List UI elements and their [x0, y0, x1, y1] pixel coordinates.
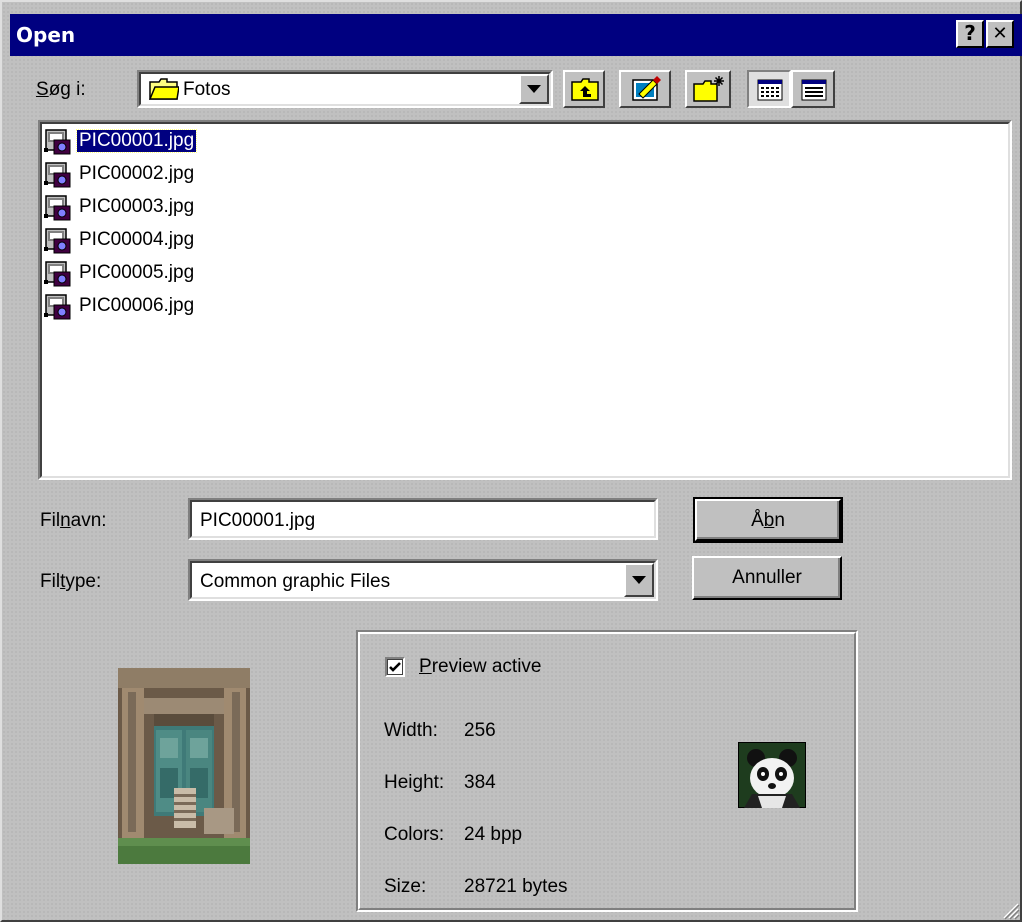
- close-button[interactable]: ✕: [986, 20, 1014, 48]
- preview-active-checkbox[interactable]: [385, 657, 405, 677]
- help-button[interactable]: ?: [956, 20, 984, 48]
- file-name: PIC00002.jpg: [79, 163, 195, 184]
- image-file-icon: [44, 293, 72, 321]
- resize-grip-icon[interactable]: [1000, 900, 1020, 920]
- filename-label: Filnavn:: [40, 510, 107, 531]
- filename-input[interactable]: PIC00001.jpg: [188, 498, 658, 540]
- image-file-icon: [44, 260, 72, 288]
- filename-value: PIC00001.jpg: [200, 510, 316, 531]
- width-label: Width:: [384, 720, 438, 741]
- new-folder-button[interactable]: [685, 70, 731, 108]
- list-view-icon: [757, 79, 783, 101]
- checkmark-icon: [389, 662, 401, 672]
- look-in-label: Søg i:: [36, 79, 86, 100]
- list-view-button[interactable]: [747, 70, 791, 108]
- file-name: PIC00005.jpg: [79, 262, 195, 283]
- up-folder-icon: [571, 78, 599, 101]
- title-bar[interactable]: Open ? ✕: [10, 14, 1022, 56]
- filetype-value: Common graphic Files: [200, 571, 391, 592]
- new-folder-icon: [693, 76, 724, 102]
- file-name: PIC00004.jpg: [79, 229, 195, 250]
- width-value: 256: [464, 720, 496, 741]
- dialog-title: Open: [16, 23, 76, 47]
- details-view-button[interactable]: [791, 70, 835, 108]
- height-label: Height:: [384, 772, 445, 793]
- size-value: 28721 bytes: [464, 876, 568, 897]
- file-list[interactable]: PIC00001.jpg PIC00002.jpg PIC00003.jpg PIC0…: [38, 120, 1012, 480]
- desktop-icon: [632, 76, 661, 101]
- desktop-button[interactable]: [619, 70, 671, 108]
- open-button[interactable]: Åbn: [693, 497, 843, 543]
- look-in-value: Fotos: [183, 79, 231, 100]
- look-in-dropdown-arrow[interactable]: [519, 74, 549, 104]
- look-in-dropdown[interactable]: Fotos: [137, 70, 553, 108]
- size-label: Size:: [384, 876, 427, 897]
- filetype-dropdown-arrow[interactable]: [624, 563, 654, 597]
- file-name: PIC00001.jpg: [75, 129, 198, 153]
- height-value: 384: [464, 772, 496, 793]
- folder-icon: [149, 78, 179, 100]
- image-file-icon: [44, 128, 72, 156]
- details-view-icon: [801, 79, 827, 101]
- file-name: PIC00003.jpg: [79, 196, 195, 217]
- file-name: PIC00006.jpg: [79, 295, 195, 316]
- image-file-icon: [44, 194, 72, 222]
- cancel-button[interactable]: Annuller: [692, 556, 842, 600]
- panda-icon: [738, 742, 806, 808]
- preview-active-label[interactable]: Preview active: [419, 656, 542, 678]
- colors-label: Colors:: [384, 824, 445, 845]
- open-dialog: Open ? ✕ Søg i: Fotos PIC00001.jpg PIC00…: [0, 0, 1022, 922]
- image-thumbnail: [118, 668, 250, 864]
- up-one-level-button[interactable]: [563, 70, 605, 108]
- filetype-dropdown[interactable]: Common graphic Files: [188, 559, 658, 601]
- colors-value: 24 bpp: [464, 824, 523, 845]
- filetype-label: Filtype:: [40, 571, 102, 592]
- image-file-icon: [44, 227, 72, 255]
- image-file-icon: [44, 161, 72, 189]
